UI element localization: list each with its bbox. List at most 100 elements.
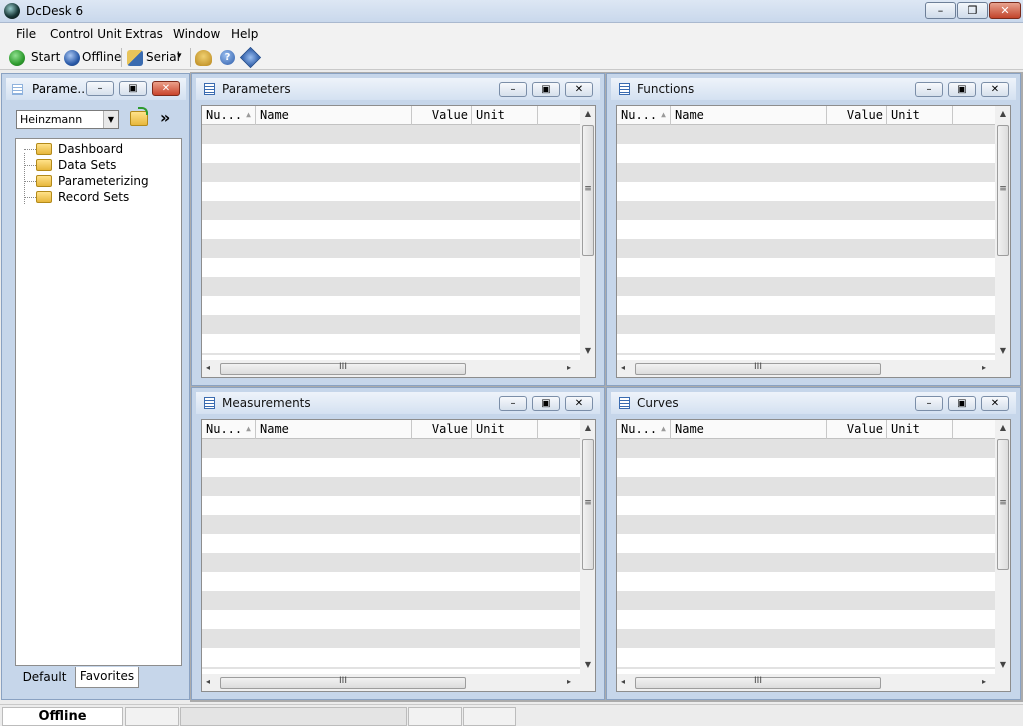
horizontal-scrollbar[interactable]: ◂ III ▸ — [617, 674, 1010, 691]
column-header-unit[interactable]: Unit — [887, 420, 953, 439]
expand-icon[interactable]: » — [160, 108, 170, 127]
child-minimize-button[interactable]: – — [499, 396, 527, 411]
scroll-right-icon[interactable]: ▸ — [567, 677, 577, 686]
column-header-number[interactable]: Nu... ▲ — [202, 106, 256, 125]
menu-file[interactable]: File — [16, 27, 36, 41]
tool-restore-button[interactable]: ▣ — [119, 81, 147, 96]
column-header-value[interactable]: Value — [827, 420, 887, 439]
grip-icon: ≡ — [584, 184, 592, 194]
menu-window[interactable]: Window — [173, 27, 220, 41]
child-close-button[interactable]: ✕ — [565, 82, 593, 97]
manufacturer-select[interactable]: Heinzmann ▼ — [16, 110, 119, 129]
child-restore-button[interactable]: ▣ — [532, 82, 560, 97]
scroll-down-icon[interactable]: ▼ — [997, 660, 1009, 672]
folder-open-icon[interactable] — [130, 107, 148, 126]
horizontal-scroll-thumb[interactable]: III — [220, 676, 466, 689]
restore-icon: ▣ — [541, 84, 551, 95]
restore-icon: ▣ — [957, 398, 967, 409]
scroll-down-icon[interactable]: ▼ — [582, 346, 594, 358]
scroll-left-icon[interactable]: ◂ — [206, 677, 216, 686]
vertical-scroll-thumb[interactable]: ≡ — [997, 439, 1009, 570]
scroll-up-icon[interactable]: ▲ — [997, 109, 1009, 121]
grip-icon: III — [339, 676, 347, 686]
scroll-down-icon[interactable]: ▼ — [997, 346, 1009, 358]
tool-minimize-button[interactable]: – — [86, 81, 114, 96]
close-icon: ✕ — [574, 84, 584, 95]
menu-help[interactable]: Help — [231, 27, 258, 41]
serial-button[interactable]: Serial — [146, 50, 180, 64]
child-minimize-button[interactable]: – — [499, 82, 527, 97]
column-header-number[interactable]: Nu... ▲ — [617, 106, 671, 125]
vertical-scroll-thumb[interactable]: ≡ — [582, 125, 594, 256]
scroll-up-icon[interactable]: ▲ — [582, 423, 594, 435]
serial-icon[interactable] — [127, 50, 143, 66]
tab-default[interactable]: Default — [14, 668, 75, 688]
tool-close-button[interactable]: ✕ — [152, 81, 180, 96]
help-icon[interactable]: ? — [220, 50, 235, 65]
column-header-unit[interactable]: Unit — [887, 106, 953, 125]
column-header-name[interactable]: Name — [256, 106, 412, 125]
child-close-button[interactable]: ✕ — [981, 396, 1009, 411]
scroll-up-icon[interactable]: ▲ — [997, 423, 1009, 435]
start-button[interactable]: Start — [31, 50, 60, 64]
vertical-scrollbar[interactable]: ▲ ≡ ▼ — [995, 420, 1010, 674]
column-header-value[interactable]: Value — [412, 420, 472, 439]
info-icon[interactable] — [239, 46, 262, 69]
vertical-scrollbar[interactable]: ▲ ≡ ▼ — [995, 106, 1010, 360]
tree-item-dashboard[interactable]: Dashboard — [24, 141, 174, 157]
vertical-scroll-thumb[interactable]: ≡ — [997, 125, 1009, 256]
horizontal-scroll-thumb[interactable]: III — [635, 676, 881, 689]
scroll-up-icon[interactable]: ▲ — [582, 109, 594, 121]
grid-rows — [202, 125, 580, 355]
horizontal-scroll-thumb[interactable]: III — [635, 362, 881, 375]
minimize-button[interactable]: – — [925, 2, 956, 19]
column-header-name[interactable]: Name — [671, 106, 827, 125]
child-restore-button[interactable]: ▣ — [532, 396, 560, 411]
tree-item-data-sets[interactable]: Data Sets — [24, 157, 174, 173]
scroll-right-icon[interactable]: ▸ — [982, 363, 992, 372]
vertical-scrollbar[interactable]: ▲ ≡ ▼ — [580, 106, 595, 360]
column-header-number[interactable]: Nu... ▲ — [617, 420, 671, 439]
column-header-unit[interactable]: Unit — [472, 106, 538, 125]
horizontal-scrollbar[interactable]: ◂ III ▸ — [202, 360, 595, 377]
minimize-icon: – — [510, 398, 516, 409]
scroll-right-icon[interactable]: ▸ — [982, 677, 992, 686]
start-icon[interactable] — [9, 50, 25, 66]
menu-control-unit[interactable]: Control Unit — [50, 27, 122, 41]
restore-button[interactable]: ❐ — [957, 2, 988, 19]
tree-item-parameterizing[interactable]: Parameterizing — [24, 173, 174, 189]
scroll-down-icon[interactable]: ▼ — [582, 660, 594, 672]
offline-icon[interactable] — [64, 50, 80, 66]
child-minimize-button[interactable]: – — [915, 396, 943, 411]
vertical-scrollbar[interactable]: ▲ ≡ ▼ — [580, 420, 595, 674]
chevron-down-icon[interactable]: ▼ — [103, 111, 118, 128]
child-close-button[interactable]: ✕ — [565, 396, 593, 411]
scroll-left-icon[interactable]: ◂ — [621, 363, 631, 372]
tree-item-record-sets[interactable]: Record Sets — [24, 189, 174, 205]
column-header-name[interactable]: Name — [256, 420, 412, 439]
serial-dropdown-arrow-icon[interactable]: ▾ — [177, 51, 182, 61]
horizontal-scrollbar[interactable]: ◂ III ▸ — [617, 360, 1010, 377]
scroll-left-icon[interactable]: ◂ — [206, 363, 216, 372]
child-restore-button[interactable]: ▣ — [948, 396, 976, 411]
scroll-left-icon[interactable]: ◂ — [621, 677, 631, 686]
horizontal-scroll-thumb[interactable]: III — [220, 362, 466, 375]
menu-bar: File Control Unit Extras Window Help — [0, 23, 1023, 45]
child-restore-button[interactable]: ▣ — [948, 82, 976, 97]
child-close-button[interactable]: ✕ — [981, 82, 1009, 97]
tab-favorites[interactable]: Favorites — [75, 667, 139, 688]
grip-icon: ≡ — [999, 184, 1007, 194]
column-header-unit[interactable]: Unit — [472, 420, 538, 439]
menu-extras[interactable]: Extras — [125, 27, 163, 41]
close-button[interactable]: ✕ — [989, 2, 1021, 19]
column-header-name[interactable]: Name — [671, 420, 827, 439]
vertical-scroll-thumb[interactable]: ≡ — [582, 439, 594, 570]
child-minimize-button[interactable]: – — [915, 82, 943, 97]
column-header-number[interactable]: Nu... ▲ — [202, 420, 256, 439]
horizontal-scrollbar[interactable]: ◂ III ▸ — [202, 674, 595, 691]
scroll-right-icon[interactable]: ▸ — [567, 363, 577, 372]
offline-button[interactable]: Offline — [82, 50, 121, 64]
column-header-value[interactable]: Value — [412, 106, 472, 125]
config-icon[interactable] — [195, 50, 212, 66]
column-header-value[interactable]: Value — [827, 106, 887, 125]
